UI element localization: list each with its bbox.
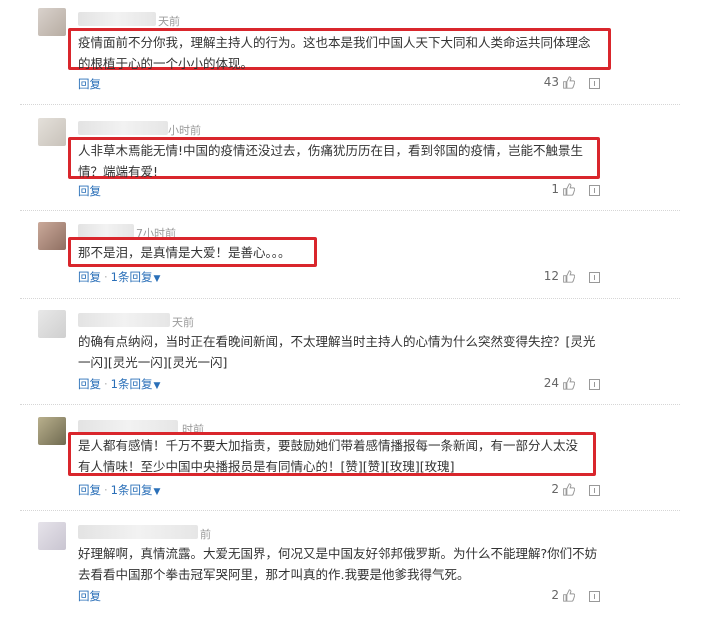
username-blurred[interactable]: [78, 121, 168, 135]
report-icon[interactable]: [589, 185, 600, 196]
report-icon[interactable]: [589, 272, 600, 283]
comment-time: 小时前: [168, 124, 201, 137]
comment-actions: 回复: [78, 76, 101, 92]
divider: [20, 210, 680, 212]
like-button[interactable]: 43: [544, 75, 575, 89]
thumbs-up-icon[interactable]: [562, 269, 575, 283]
like-button[interactable]: 1: [551, 182, 575, 196]
report-icon[interactable]: [589, 379, 600, 390]
comment-text: 好理解啊，真情流露。大爱无国界，何况又是中国友好邻邦俄罗斯。为什么不能理解?你们…: [78, 546, 598, 582]
view-replies-link[interactable]: 1条回复: [111, 270, 153, 284]
thumbs-up-icon[interactable]: [562, 376, 575, 390]
chevron-down-icon[interactable]: ▼: [153, 274, 160, 284]
thumbs-up-icon[interactable]: [562, 75, 575, 89]
avatar[interactable]: [38, 310, 66, 338]
separator: ·: [104, 270, 108, 284]
thumbs-up-icon[interactable]: [562, 482, 575, 496]
reply-link[interactable]: 回复: [78, 184, 101, 198]
divider: [20, 104, 680, 106]
separator: ·: [104, 483, 108, 497]
comment-text: 是人都有感情！千万不要大加指责，要鼓励她们带着感情播报每一条新闻，有一部分人太没…: [78, 438, 579, 474]
like-button[interactable]: 2: [551, 482, 575, 496]
like-count: 24: [543, 376, 559, 390]
divider: [20, 404, 680, 406]
like-count: 2: [551, 588, 559, 602]
comment-actions: 回复: [78, 588, 101, 604]
avatar[interactable]: [38, 8, 66, 36]
username-blurred[interactable]: [78, 313, 170, 327]
reply-link[interactable]: 回复: [78, 77, 101, 91]
chevron-down-icon[interactable]: ▼: [153, 487, 160, 497]
reply-link[interactable]: 回复: [78, 589, 101, 603]
comment-actions: 回复 · 1条回复▼: [78, 376, 160, 392]
comment-text: 疫情面前不分你我，理解主持人的行为。这也本是我们中国人天下大同和人类命运共同体理…: [78, 35, 591, 71]
like-button[interactable]: 12: [544, 269, 575, 283]
like-count: 12: [543, 269, 559, 283]
separator: ·: [104, 377, 108, 391]
reply-link[interactable]: 回复: [78, 377, 101, 391]
username-blurred[interactable]: [78, 525, 198, 539]
report-icon[interactable]: [589, 78, 600, 89]
report-icon[interactable]: [589, 591, 600, 602]
view-replies-link[interactable]: 1条回复: [111, 483, 153, 497]
like-button[interactable]: 24: [544, 376, 575, 390]
like-count: 2: [551, 482, 559, 496]
username-blurred[interactable]: [78, 12, 156, 26]
divider: [20, 298, 680, 300]
thumbs-up-icon[interactable]: [562, 182, 575, 196]
like-count: 1: [551, 182, 559, 196]
chevron-down-icon[interactable]: ▼: [153, 381, 160, 391]
username-blurred[interactable]: [78, 224, 134, 238]
comment-actions: 回复 · 1条回复▼: [78, 482, 160, 498]
comment-text: 人非草木焉能无情!中国的疫情还没过去，伤痛犹历历在目，看到邻国的疫情，岂能不触景…: [78, 143, 584, 179]
avatar[interactable]: [38, 417, 66, 445]
comment-actions: 回复: [78, 183, 101, 199]
reply-link[interactable]: 回复: [78, 270, 101, 284]
like-button[interactable]: 2: [551, 588, 575, 602]
comment-time: 天前: [158, 15, 180, 28]
reply-link[interactable]: 回复: [78, 483, 101, 497]
view-replies-link[interactable]: 1条回复: [111, 377, 153, 391]
comment-text: 的确有点纳闷，当时正在看晚间新闻，不太理解当时主持人的心情为什么突然变得失控？[…: [78, 334, 596, 370]
avatar[interactable]: [38, 522, 66, 550]
thumbs-up-icon[interactable]: [562, 588, 575, 602]
avatar[interactable]: [38, 118, 66, 146]
comment-time: 前: [200, 528, 211, 541]
divider: [20, 510, 680, 512]
avatar[interactable]: [38, 222, 66, 250]
comment-actions: 回复 · 1条回复▼: [78, 269, 160, 285]
like-count: 43: [543, 75, 559, 89]
comment-text: 那不是泪，是真情是大爱！是善心。。。: [78, 245, 291, 260]
report-icon[interactable]: [589, 485, 600, 496]
comment-time: 天前: [172, 316, 194, 329]
